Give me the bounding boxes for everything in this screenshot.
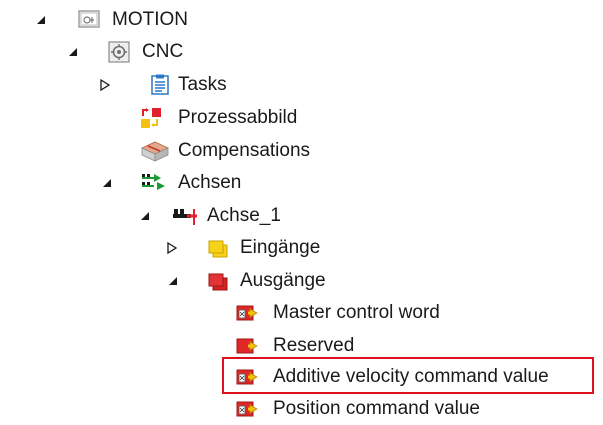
- tree-item-label: Prozessabbild: [178, 107, 298, 128]
- axis-icon: [172, 205, 197, 225]
- output-variable-icon: [236, 302, 258, 322]
- tree-item-label: Eingänge: [240, 237, 321, 258]
- tree-item-label: Compensations: [178, 140, 311, 161]
- output-variable-icon: [236, 335, 258, 355]
- output-variable-linked-icon: [236, 366, 258, 386]
- expand-arrow-icon[interactable]: [165, 241, 179, 255]
- tree-item-label: Achsen: [178, 172, 242, 193]
- tree-item-compensations[interactable]: Compensations: [0, 134, 603, 167]
- tree-item-master-control-word[interactable]: Master control word: [0, 296, 603, 329]
- tree-item-achsen[interactable]: Achsen: [0, 166, 603, 199]
- collapse-arrow-icon[interactable]: [166, 274, 180, 288]
- outputs-icon: [206, 270, 228, 291]
- tree-item-label: Achse_1: [207, 205, 281, 226]
- solution-tree: MOTION CNC Tasks Prozessabbild Compensat…: [0, 0, 603, 421]
- tree-item-eingaenge[interactable]: Eingänge: [0, 231, 603, 264]
- expand-arrow-icon[interactable]: [98, 78, 112, 92]
- tasks-icon: [149, 74, 169, 95]
- tree-item-motion[interactable]: MOTION: [0, 3, 603, 36]
- collapse-arrow-icon[interactable]: [100, 176, 114, 190]
- tree-item-ausgaenge[interactable]: Ausgänge: [0, 264, 603, 297]
- process-image-icon: [140, 107, 161, 128]
- inputs-icon: [206, 237, 228, 258]
- tree-item-cnc[interactable]: CNC: [0, 35, 603, 68]
- compensations-icon: [140, 140, 169, 162]
- tree-item-position-command-value[interactable]: Position command value: [0, 392, 603, 425]
- tree-item-label: MOTION: [112, 9, 188, 30]
- motion-icon: [78, 9, 100, 29]
- axes-icon: [141, 172, 165, 192]
- tree-item-label: CNC: [142, 41, 184, 62]
- collapse-arrow-icon[interactable]: [34, 13, 48, 27]
- collapse-arrow-icon[interactable]: [66, 45, 80, 59]
- output-variable-linked-icon: [236, 398, 258, 418]
- tree-item-label: Master control word: [273, 302, 440, 323]
- collapse-arrow-icon[interactable]: [138, 209, 152, 223]
- tree-item-label: Tasks: [178, 74, 227, 95]
- tree-item-achse-1[interactable]: Achse_1: [0, 199, 603, 232]
- tree-item-prozessabbild[interactable]: Prozessabbild: [0, 101, 603, 134]
- tree-item-additive-velocity-command-value[interactable]: Additive velocity command value: [0, 360, 603, 393]
- tree-item-tasks[interactable]: Tasks: [0, 68, 603, 101]
- tree-item-label: Ausgänge: [240, 270, 326, 291]
- tree-item-label: Additive velocity command value: [273, 366, 549, 387]
- cnc-icon: [108, 41, 130, 63]
- tree-item-label: Position command value: [273, 398, 480, 419]
